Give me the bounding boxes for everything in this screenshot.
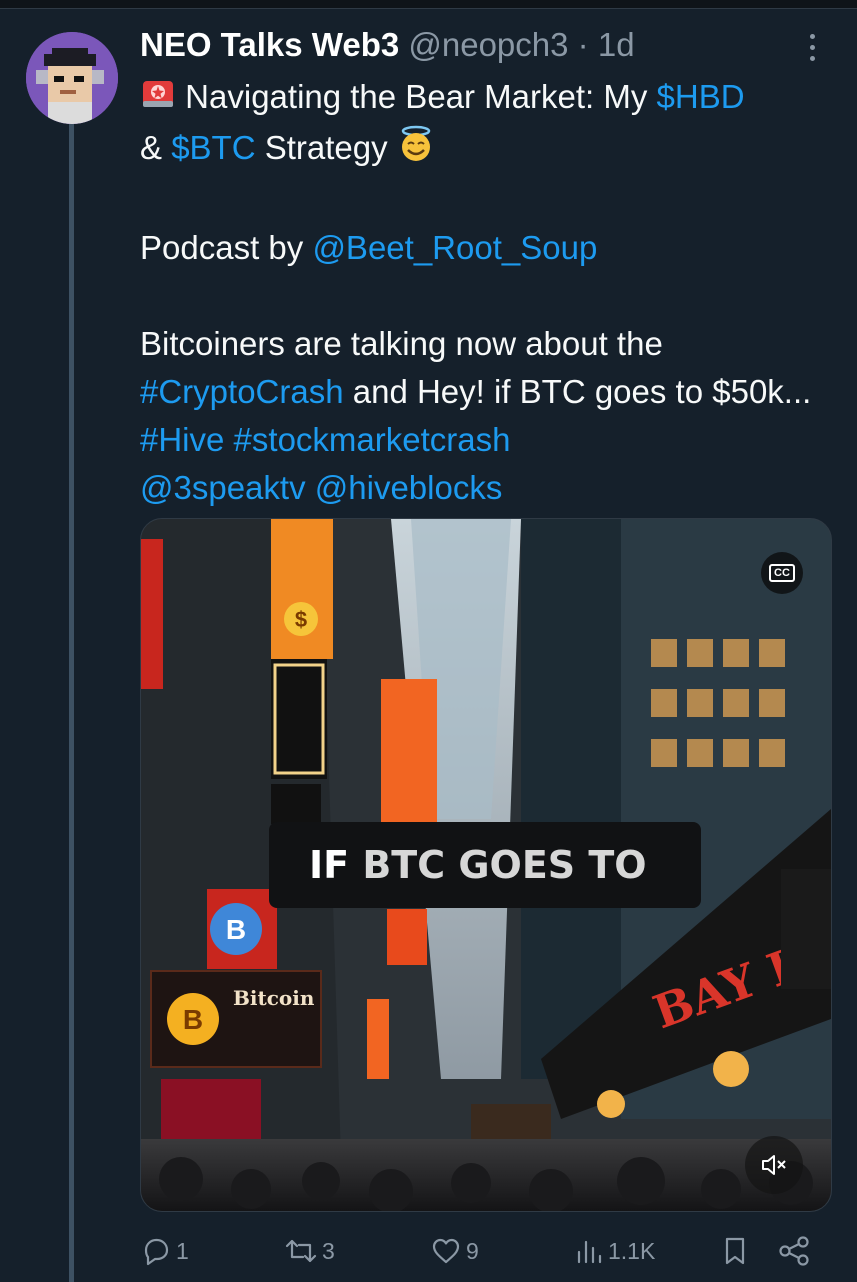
separator-dot: · <box>577 26 589 63</box>
reply-icon <box>144 1238 169 1266</box>
hashtag-cryptocrash[interactable]: #CryptoCrash <box>140 373 344 410</box>
video-player[interactable]: $ BAY BY B B Bitcoin IF BTC GOES TO CC <box>140 518 832 1212</box>
like-button[interactable]: 9 <box>430 1228 479 1274</box>
tweet-header: NEO Talks Web3 @neopch3 · 1d <box>140 25 840 65</box>
thread-line <box>69 122 74 1282</box>
reply-count: 1 <box>176 1237 189 1264</box>
hashtag-hive[interactable]: #Hive <box>140 421 224 458</box>
strategy-text: Strategy <box>255 128 397 166</box>
repost-button[interactable]: 3 <box>284 1228 335 1274</box>
repost-count: 3 <box>322 1237 335 1264</box>
display-name[interactable]: NEO Talks Web3 <box>140 26 399 63</box>
action-bar: 1 3 9 1.1K <box>140 1228 840 1274</box>
top-divider <box>0 0 857 9</box>
title-text: Navigating the Bear Market: My <box>185 78 657 115</box>
views-button[interactable]: 1.1K <box>574 1228 655 1274</box>
avatar[interactable] <box>26 32 118 124</box>
bookmark-button[interactable] <box>720 1228 754 1274</box>
mention-3speaktv[interactable]: @3speaktv <box>140 469 306 506</box>
rotating-light-icon <box>140 75 176 124</box>
smiling-face-with-halo-icon <box>397 125 435 176</box>
share-icon <box>779 1236 809 1266</box>
tweet-title: Navigating the Bear Market: My $HBD & $B… <box>140 73 830 176</box>
view-count: 1.1K <box>608 1237 656 1264</box>
repost-icon <box>285 1239 317 1263</box>
cashtag-btc[interactable]: $BTC <box>171 129 255 166</box>
ampersand-text: & <box>140 128 172 166</box>
analytics-icon <box>577 1240 602 1264</box>
bitcoin-sign-text: Bitcoin <box>233 986 315 1010</box>
mute-button[interactable] <box>745 1136 803 1194</box>
bitcoin-b-text: B <box>183 1004 203 1035</box>
closed-captions-button[interactable]: CC <box>761 552 803 594</box>
bookmark-icon <box>725 1237 745 1265</box>
cashtag-hbd[interactable]: $HBD <box>657 78 745 115</box>
hashtag-stockmarketcrash[interactable]: #stockmarketcrash <box>234 421 511 458</box>
tweet-text: Navigating the Bear Market: My $HBD & $B… <box>140 73 830 512</box>
podcast-by-text: Podcast by <box>140 228 313 266</box>
body-text-a: Bitcoiners are talking now about the <box>140 324 663 362</box>
podcast-line: Podcast by @Beet_Root_Soup <box>140 224 830 272</box>
timestamp[interactable]: 1d <box>598 26 635 63</box>
reply-button[interactable]: 1 <box>140 1228 189 1274</box>
body-text-b: and Hey! if BTC goes to $50k... <box>343 372 812 410</box>
heart-icon <box>432 1238 460 1264</box>
tweet-body: Bitcoiners are talking now about the #Cr… <box>140 320 830 512</box>
bitcoin-b-blue-text: B <box>226 914 246 945</box>
dollar-sign-text: $ <box>295 607 307 632</box>
cc-label: CC <box>769 564 795 582</box>
mention-beet-root-soup[interactable]: @Beet_Root_Soup <box>312 229 597 266</box>
video-caption: IF BTC GOES TO <box>269 822 701 908</box>
like-count: 9 <box>466 1237 479 1264</box>
more-options-icon[interactable] <box>800 34 824 68</box>
caption-if: IF <box>309 843 363 887</box>
handle[interactable]: @neopch3 <box>408 26 568 63</box>
share-button[interactable] <box>776 1228 816 1274</box>
caption-btc-goes-to: BTC GOES TO <box>362 843 647 887</box>
mention-hiveblocks[interactable]: @hiveblocks <box>315 469 503 506</box>
speaker-muted-icon <box>762 1155 786 1175</box>
